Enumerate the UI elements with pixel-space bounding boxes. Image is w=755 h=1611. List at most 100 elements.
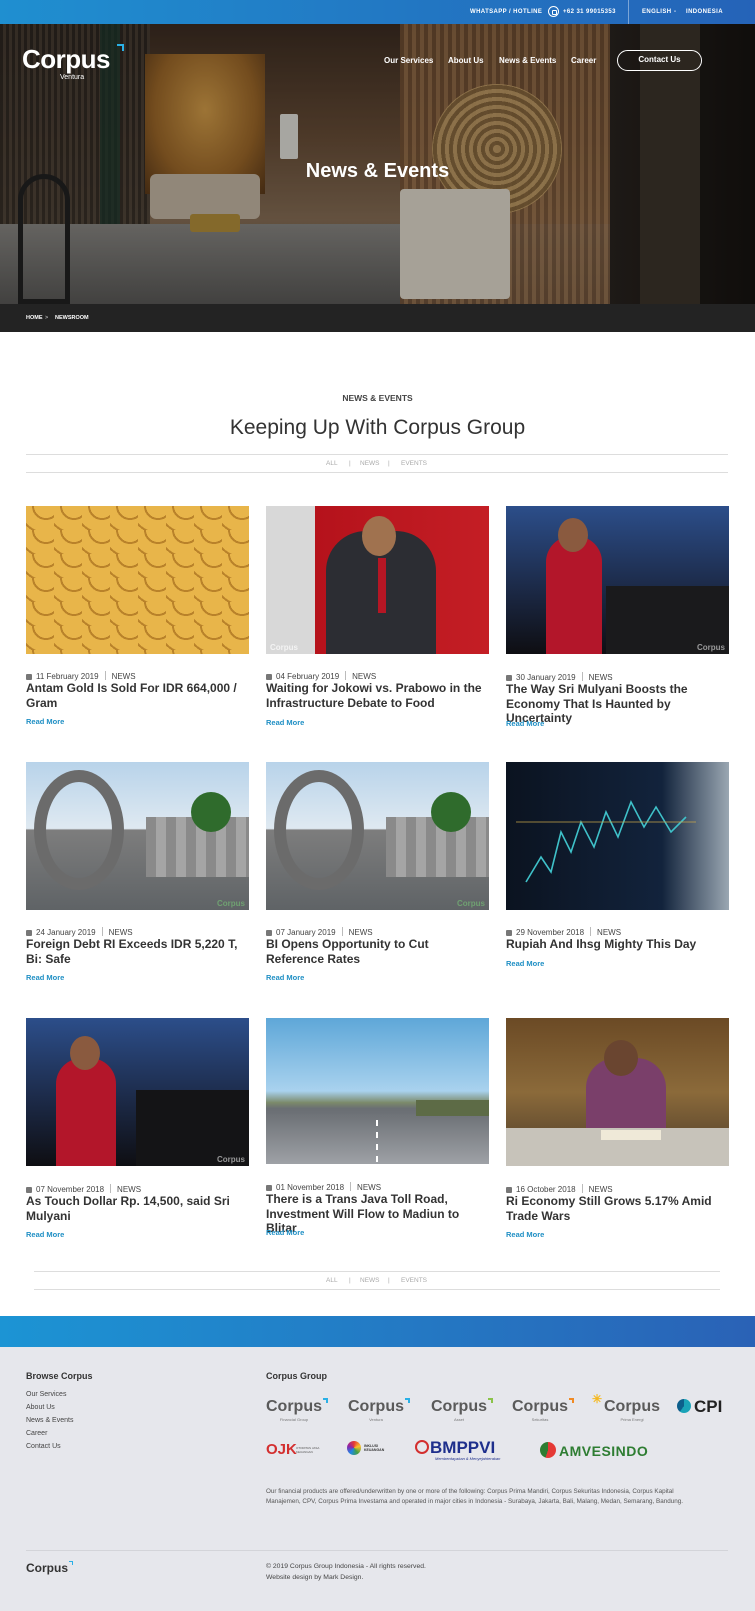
footer-link-services[interactable]: Our Services xyxy=(26,1391,66,1398)
read-more-link[interactable]: Read More xyxy=(26,717,64,726)
post-category[interactable]: NEWS xyxy=(117,1185,141,1194)
filter-all[interactable]: ALL xyxy=(326,460,338,467)
post-date: 30 January 2019 xyxy=(516,673,576,682)
post-title[interactable]: Antam Gold Is Sold For IDR 664,000 / Gra… xyxy=(26,681,241,710)
footer xyxy=(0,1347,755,1611)
calendar-icon xyxy=(26,1186,32,1193)
news-thumbnail[interactable]: Corpus xyxy=(266,506,489,654)
post-meta: 04 February 2019 NEWS xyxy=(266,671,376,681)
group-logo-financial[interactable]: Corpus Financial Group xyxy=(266,1398,328,1422)
news-card[interactable]: Corpus 04 February 2019 NEWS Waiting for … xyxy=(266,506,489,727)
filter-news[interactable]: NEWS xyxy=(360,1277,380,1284)
read-more-link[interactable]: Read More xyxy=(26,973,64,982)
post-category[interactable]: NEWS xyxy=(109,928,133,937)
news-thumbnail[interactable]: Corpus xyxy=(506,506,729,654)
news-thumbnail[interactable] xyxy=(26,506,249,654)
breadcrumb-current: NEWSROOM xyxy=(55,315,89,321)
news-card[interactable]: 16 October 2018 NEWS Ri Economy Still Gro… xyxy=(506,1018,729,1239)
person-head xyxy=(604,1040,638,1076)
logo-subtitle: Ventura xyxy=(60,74,85,81)
news-thumbnail[interactable] xyxy=(506,1018,729,1166)
language-selector[interactable]: ENGLISH xyxy=(642,9,671,15)
news-card[interactable]: Corpus 24 January 2019 NEWS Foreign Debt … xyxy=(26,762,249,982)
news-thumbnail[interactable]: Corpus xyxy=(26,762,249,910)
news-thumbnail[interactable] xyxy=(266,1018,489,1164)
read-more-link[interactable]: Read More xyxy=(506,1230,544,1239)
partner-inklusi-logo[interactable]: INKLUSI KEUANGAN xyxy=(347,1441,384,1460)
post-title[interactable]: BI Opens Opportunity to Cut Reference Ra… xyxy=(266,937,488,966)
post-category[interactable]: NEWS xyxy=(357,1183,381,1192)
post-title[interactable]: Foreign Debt RI Exceeds IDR 5,220 T, Bi:… xyxy=(26,937,248,966)
news-card[interactable]: 11 February 2019 NEWS Antam Gold Is Sold … xyxy=(26,506,249,726)
watermark: Corpus xyxy=(217,899,245,908)
read-more-link[interactable]: Read More xyxy=(506,959,544,968)
bi-emblem xyxy=(34,770,124,890)
post-category[interactable]: NEWS xyxy=(597,928,621,937)
inklusi-icon xyxy=(347,1441,361,1455)
hotline-phone[interactable]: +62 31 99015353 xyxy=(563,9,616,15)
filter-news[interactable]: NEWS xyxy=(360,460,380,467)
post-title[interactable]: Waiting for Jokowi vs. Prabowo in the In… xyxy=(266,681,486,710)
site-logo[interactable]: Corpus Ventura xyxy=(22,44,124,81)
nav-news-events[interactable]: News & Events xyxy=(499,56,556,65)
nav-about-us[interactable]: About Us xyxy=(448,56,484,65)
group-logo-ventura[interactable]: Corpus Ventura xyxy=(348,1398,410,1422)
footer-link-career[interactable]: Career xyxy=(26,1430,47,1437)
footer-logo[interactable]: Corpus xyxy=(26,1561,73,1575)
filter-all[interactable]: ALL xyxy=(326,1277,338,1284)
news-card[interactable]: Corpus 30 January 2019 NEWS The Way Sri M… xyxy=(506,506,729,728)
filter-events[interactable]: EVENTS xyxy=(401,1277,427,1284)
post-category[interactable]: NEWS xyxy=(589,1185,613,1194)
watermark: Corpus xyxy=(457,899,485,908)
news-thumbnail[interactable]: Corpus xyxy=(266,762,489,910)
partner-ojk-logo[interactable]: OJK OTORITAS JASA KEUANGAN xyxy=(266,1441,319,1458)
nav-our-services[interactable]: Our Services xyxy=(384,56,433,65)
group-logo-prima-energi[interactable]: ✳ Corpus Prima Energi xyxy=(592,1392,660,1422)
news-thumbnail[interactable] xyxy=(506,762,729,910)
post-title[interactable]: As Touch Dollar Rp. 14,500, said Sri Mul… xyxy=(26,1194,241,1223)
read-more-link[interactable]: Read More xyxy=(266,973,304,982)
group-logo-sekuritas[interactable]: Corpus Sekuritas xyxy=(512,1398,574,1422)
group-logo-caption: Prima Energi xyxy=(620,1417,644,1422)
country-selector[interactable]: INDONESIA xyxy=(686,9,723,15)
nav-career[interactable]: Career xyxy=(571,56,596,65)
stock-chart-graphic xyxy=(516,800,696,883)
footer-link-news[interactable]: News & Events xyxy=(26,1417,73,1424)
footer-link-about[interactable]: About Us xyxy=(26,1404,55,1411)
read-more-link[interactable]: Read More xyxy=(266,1228,304,1237)
breadcrumb-home[interactable]: HOME xyxy=(26,315,43,321)
logo-mark-icon xyxy=(117,44,124,51)
post-title[interactable]: Ri Economy Still Grows 5.17% Amid Trade … xyxy=(506,1194,728,1223)
read-more-link[interactable]: Read More xyxy=(26,1230,64,1239)
news-card[interactable]: Corpus 07 November 2018 NEWS As Touch Dol… xyxy=(26,1018,249,1239)
news-card[interactable]: 29 November 2018 NEWS Rupiah And Ihsg Mig… xyxy=(506,762,729,968)
logo-mark-icon xyxy=(569,1398,574,1403)
filter-events[interactable]: EVENTS xyxy=(401,460,427,467)
contact-us-button[interactable]: Contact Us xyxy=(617,50,702,71)
group-logo-cpi[interactable]: CPI xyxy=(677,1397,722,1417)
logo-text: Corpus xyxy=(22,44,111,74)
partner-bmppvi-logo[interactable]: BMPPVI Memberdayakan & Menyejahterakan xyxy=(415,1438,500,1461)
post-category[interactable]: NEWS xyxy=(352,672,376,681)
footer-link-contact[interactable]: Contact Us xyxy=(26,1443,61,1450)
read-more-link[interactable]: Read More xyxy=(506,719,544,728)
design-credit[interactable]: Website design by Mark Design. xyxy=(266,1574,363,1581)
amvesindo-icon xyxy=(540,1442,556,1458)
post-meta: 11 February 2019 NEWS xyxy=(26,671,136,681)
partner-amvesindo-logo[interactable]: AMVESINDO xyxy=(540,1442,648,1459)
read-more-link[interactable]: Read More xyxy=(266,718,304,727)
news-card[interactable]: Corpus 07 January 2019 NEWS BI Opens Oppo… xyxy=(266,762,489,982)
whatsapp-icon[interactable] xyxy=(548,6,559,17)
news-card[interactable]: 01 November 2018 NEWS There is a Trans Ja… xyxy=(266,1018,489,1237)
post-title[interactable]: Rupiah And Ihsg Mighty This Day xyxy=(506,937,728,952)
group-logo-asset[interactable]: Corpus Asset xyxy=(431,1398,493,1422)
post-meta: 16 October 2018 NEWS xyxy=(506,1184,613,1194)
news-thumbnail[interactable]: Corpus xyxy=(26,1018,249,1166)
bmppvi-icon xyxy=(415,1440,429,1454)
topbar-divider xyxy=(628,0,629,24)
post-category[interactable]: NEWS xyxy=(349,928,373,937)
post-category[interactable]: NEWS xyxy=(112,672,136,681)
filter-divider: | xyxy=(349,460,351,467)
post-category[interactable]: NEWS xyxy=(589,673,613,682)
footer-gradient-band xyxy=(0,1316,755,1347)
